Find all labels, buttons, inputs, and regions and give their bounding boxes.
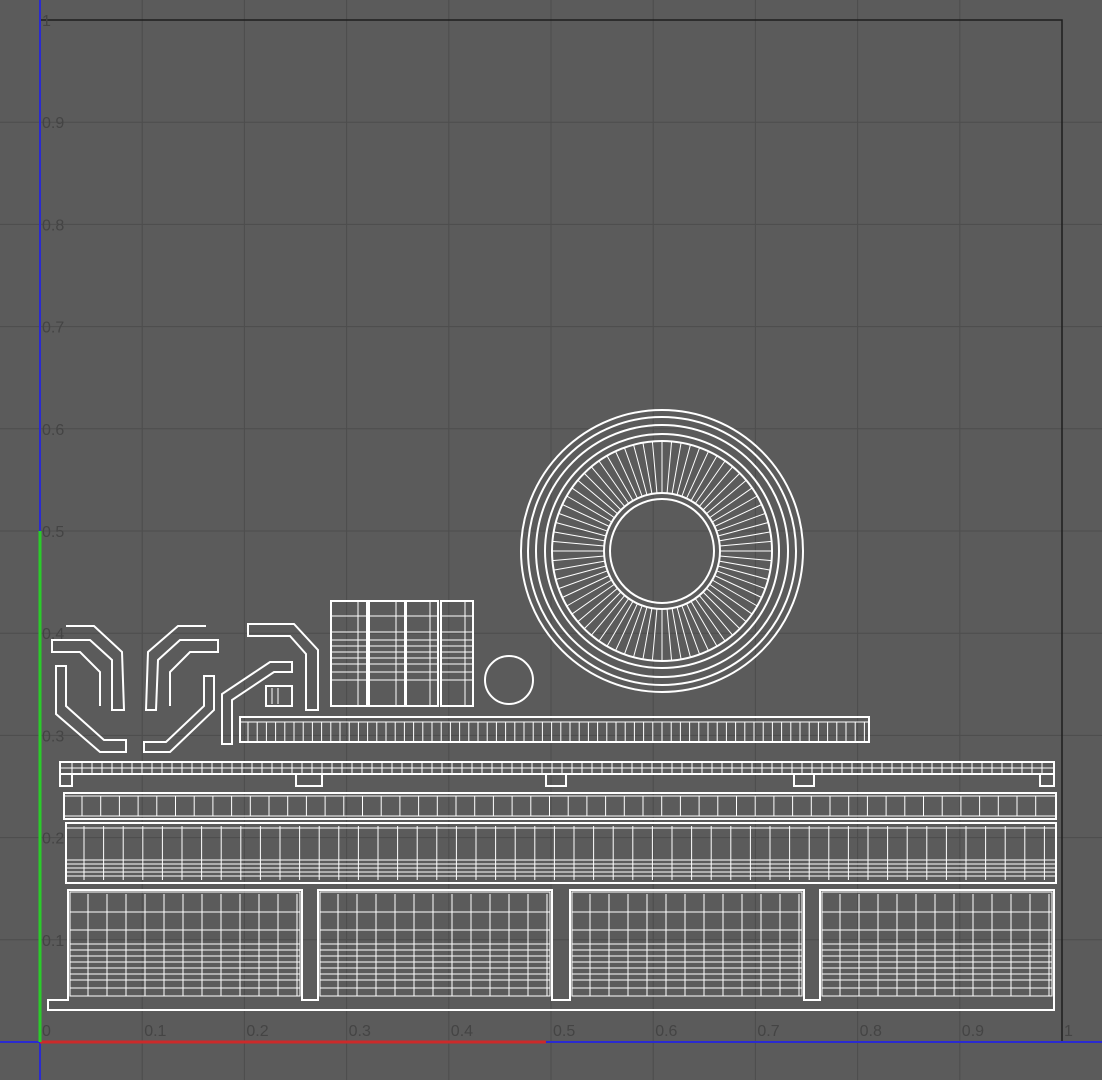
- v-tick-label: 0.5: [42, 524, 64, 541]
- u-tick-label: 0.3: [349, 1023, 371, 1040]
- uv-editor-viewport[interactable]: 0 0.1 0.2 0.3 0.4 0.5 0.6 0.7 0.8 0.9 1 0.1 0.2 0.3 0.…: [0, 0, 1102, 1080]
- v-tick-label: 0.2: [42, 831, 64, 848]
- u-tick-label: 0.1: [144, 1023, 166, 1040]
- v-tick-label: 0.7: [42, 320, 64, 337]
- uv-canvas[interactable]: 0 0.1 0.2 0.3 0.4 0.5 0.6 0.7 0.8 0.9 1 0.1 0.2 0.3 0.…: [0, 0, 1102, 1080]
- u-tick-label: 0.2: [246, 1023, 268, 1040]
- v-tick-label: 0.4: [42, 626, 64, 643]
- u-tick-label: 0.4: [451, 1023, 473, 1040]
- u-tick-label: 0.7: [757, 1023, 779, 1040]
- v-tick-label: 0.1: [42, 933, 64, 950]
- v-tick-label: 0.9: [42, 115, 64, 132]
- u-tick-label: 0.9: [962, 1023, 984, 1040]
- u-tick-label: 0.8: [860, 1023, 882, 1040]
- v-tick-label: 1: [42, 13, 51, 30]
- u-tick-label: 0.5: [553, 1023, 575, 1040]
- u-tick-label: 0: [42, 1023, 51, 1040]
- v-tick-label: 0.8: [42, 217, 64, 234]
- v-tick-label: 0.6: [42, 422, 64, 439]
- u-tick-label: 0.6: [655, 1023, 677, 1040]
- u-tick-label: 1: [1064, 1023, 1073, 1040]
- v-tick-label: 0.3: [42, 728, 64, 745]
